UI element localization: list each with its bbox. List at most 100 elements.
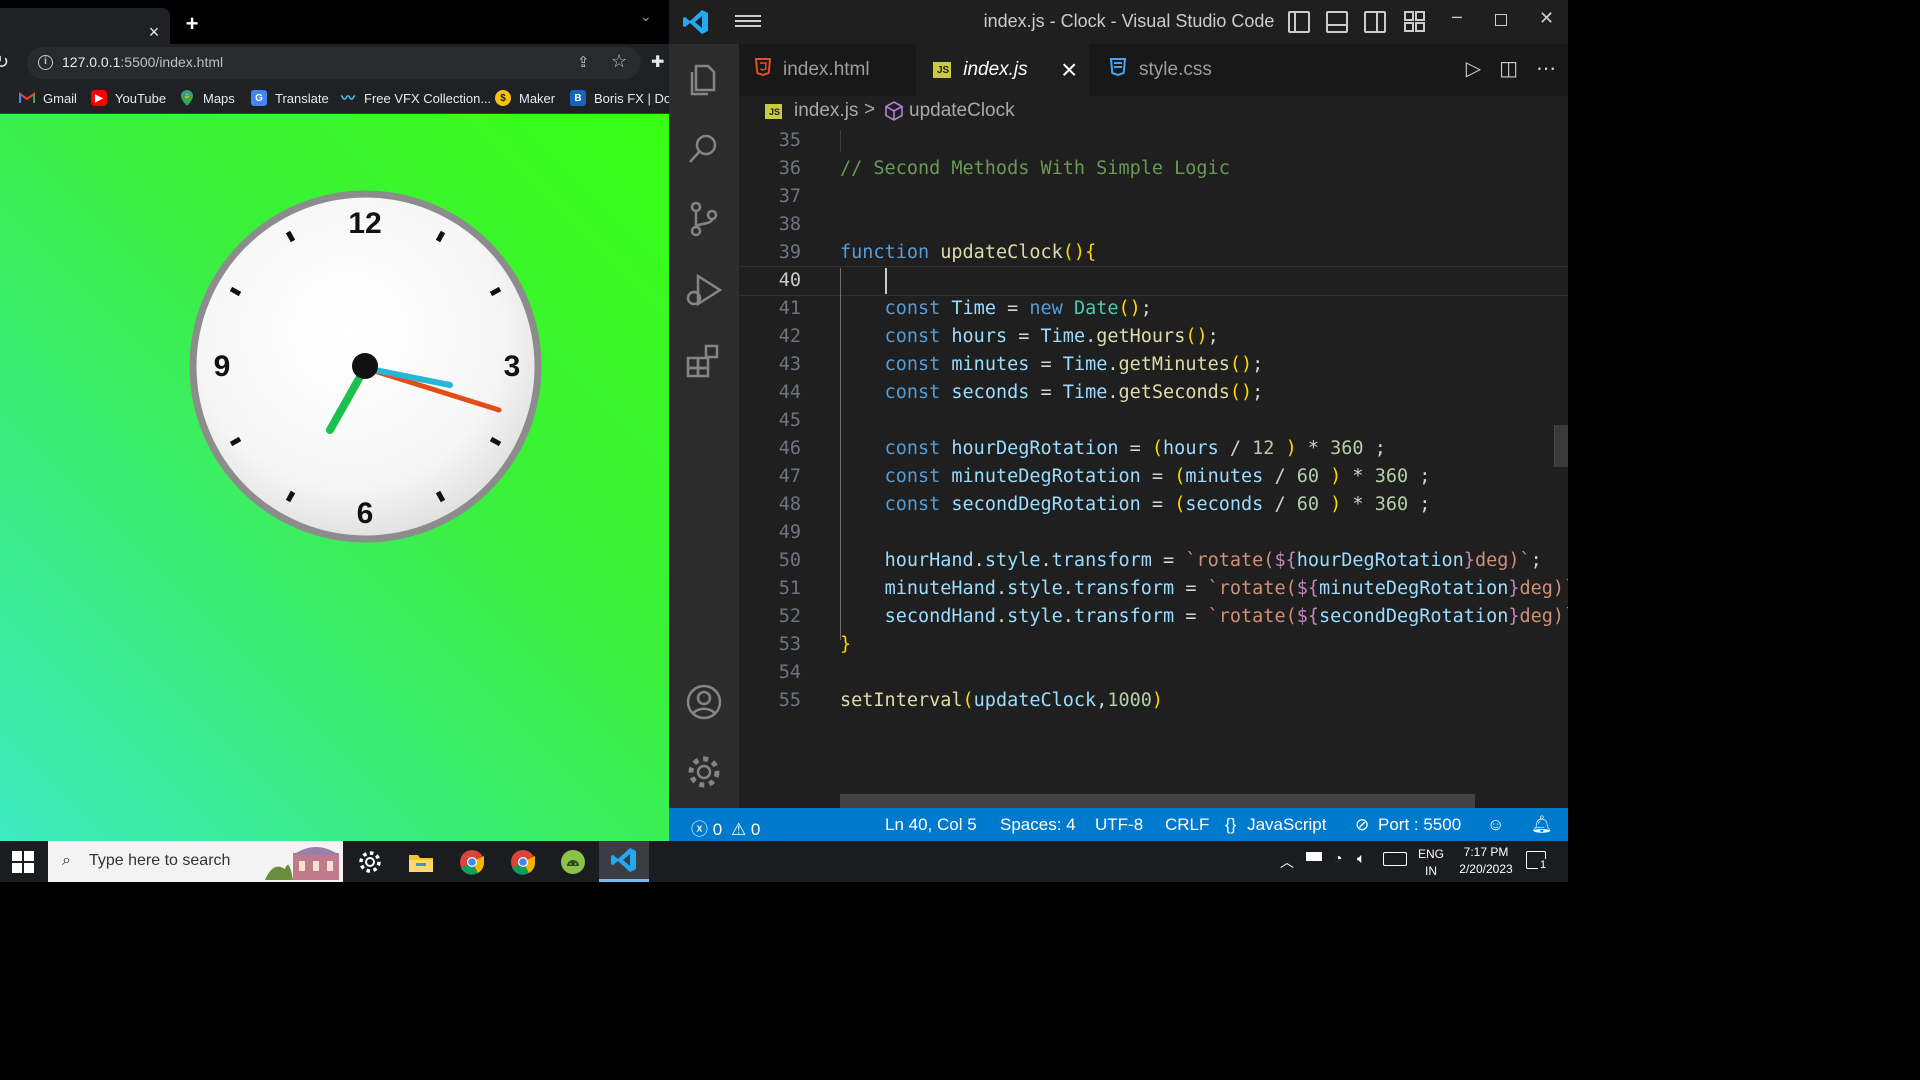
- code-line[interactable]: 54: [739, 659, 1568, 687]
- bookmark-translate[interactable]: G Translate: [251, 88, 329, 108]
- tab-close-button[interactable]: ×: [1061, 54, 1077, 86]
- breadcrumb: JS index.js > updateClock: [739, 96, 1568, 130]
- customize-layout-icon[interactable]: [1404, 11, 1426, 33]
- code-line[interactable]: 49: [739, 519, 1568, 547]
- minimize-button[interactable]: ─: [1452, 8, 1462, 27]
- tab-close-button[interactable]: ×: [144, 22, 164, 42]
- taskbar-search[interactable]: ⌕ Type here to search: [48, 841, 343, 882]
- vscode-icon[interactable]: [599, 841, 649, 882]
- code-line[interactable]: 43 const minutes = Time.getMinutes();: [739, 351, 1568, 379]
- feedback-icon[interactable]: ☺: [1487, 815, 1504, 835]
- clock-date[interactable]: 7:17 PM 2/20/2023: [1450, 844, 1522, 878]
- close-window-button[interactable]: ✕: [1539, 8, 1554, 29]
- chrome-icon[interactable]: [447, 841, 497, 882]
- line-number: 48: [778, 494, 801, 515]
- webpage-viewport: 12 3 6 9: [0, 114, 669, 841]
- code-line[interactable]: 47 const minuteDegRotation = (minutes / …: [739, 463, 1568, 491]
- bookmark-vfx[interactable]: 〰 Free VFX Collection...: [340, 88, 491, 108]
- bookmark-gmail[interactable]: Gmail: [19, 88, 77, 108]
- file-explorer-icon[interactable]: [396, 841, 446, 882]
- keyboard-icon[interactable]: [1383, 852, 1407, 866]
- settings-app-icon[interactable]: [345, 841, 395, 882]
- browser-tab[interactable]: ×: [0, 8, 170, 44]
- clock-center-pin: [352, 353, 378, 379]
- breadcrumb-file[interactable]: index.js: [794, 100, 858, 122]
- reload-icon[interactable]: ↻: [0, 52, 14, 72]
- show-hidden-icons-chevron-icon[interactable]: ︿: [1280, 852, 1294, 872]
- code-line[interactable]: 52 secondHand.style.transform = `rotate(…: [739, 603, 1568, 631]
- notifications-bell-icon[interactable]: 🔔︎: [1531, 815, 1553, 835]
- extensions-icon[interactable]: ✚: [651, 52, 669, 71]
- live-server-port[interactable]: ⊘ Port : 5500: [1355, 815, 1461, 835]
- bookmark-star-icon[interactable]: ☆: [611, 51, 631, 71]
- tab-search-chevron-icon[interactable]: ⌄: [640, 8, 660, 28]
- code-line[interactable]: 41 const Time = new Date();: [739, 295, 1568, 323]
- toggle-primary-sidebar-icon[interactable]: [1288, 11, 1310, 33]
- problems-indicator[interactable]: ⓧ 0 ⚠ 0: [691, 815, 760, 840]
- gmail-icon: [19, 90, 35, 106]
- code-line[interactable]: 46 const hourDegRotation = (hours / 12 )…: [739, 435, 1568, 463]
- battery-icon[interactable]: [1306, 852, 1322, 861]
- search-icon[interactable]: [684, 128, 724, 168]
- activity-bar: [669, 44, 739, 808]
- accounts-icon[interactable]: [684, 682, 724, 722]
- source-control-icon[interactable]: [684, 198, 724, 238]
- extensions-icon[interactable]: [684, 340, 724, 380]
- code-line[interactable]: 50 hourHand.style.transform = `rotate(${…: [739, 547, 1568, 575]
- code-line[interactable]: 40: [739, 266, 1568, 296]
- bookmark-borisfx[interactable]: B Boris FX | Dow: [570, 88, 669, 108]
- input-language[interactable]: ENG IN: [1416, 846, 1446, 880]
- code-line[interactable]: 53}: [739, 631, 1568, 659]
- code-line[interactable]: 38: [739, 211, 1568, 239]
- windows-start-icon[interactable]: [12, 851, 34, 873]
- indentation[interactable]: Spaces: 4: [1000, 815, 1076, 835]
- code-line[interactable]: 37: [739, 183, 1568, 211]
- horizontal-scrollbar[interactable]: [840, 794, 1475, 808]
- more-actions-icon[interactable]: ⋯: [1536, 56, 1556, 80]
- split-editor-icon[interactable]: ◫: [1499, 56, 1518, 80]
- bookmark-maker[interactable]: $ Maker: [495, 88, 555, 108]
- toggle-secondary-sidebar-icon[interactable]: [1364, 11, 1386, 33]
- address-bar[interactable]: i 127.0.0.1:5500/index.html ⇪ ☆: [27, 47, 641, 79]
- maximize-button[interactable]: [1495, 14, 1507, 26]
- site-info-icon[interactable]: i: [38, 55, 53, 70]
- settings-gear-icon[interactable]: [684, 752, 724, 792]
- code-editor[interactable]: 35 36// Second Methods With Simple Logic 3…: [739, 130, 1568, 808]
- code-line[interactable]: 48 const secondDegRotation = (seconds / …: [739, 491, 1568, 519]
- code-text: const secondDegRotation = (seconds / 60 …: [884, 494, 1431, 515]
- encoding[interactable]: UTF-8: [1095, 815, 1143, 835]
- tab-index-js[interactable]: JS index.js ×: [916, 44, 1089, 96]
- url-text[interactable]: 127.0.0.1:5500/index.html: [62, 54, 223, 70]
- toggle-panel-icon[interactable]: [1326, 11, 1348, 33]
- breadcrumb-symbol[interactable]: updateClock: [909, 100, 1015, 122]
- code-line[interactable]: 51 minuteHand.style.transform = `rotate(…: [739, 575, 1568, 603]
- code-line[interactable]: 44 const seconds = Time.getSeconds();: [739, 379, 1568, 407]
- code-line[interactable]: 55 setInterval(updateClock,1000): [739, 687, 1568, 715]
- vertical-scrollbar[interactable]: [1554, 425, 1568, 467]
- maker-icon: $: [495, 90, 511, 106]
- bookmark-youtube[interactable]: ▶ YouTube: [91, 88, 166, 108]
- share-icon[interactable]: ⇪: [577, 53, 597, 73]
- run-icon[interactable]: ▷: [1466, 56, 1481, 80]
- code-line[interactable]: 45: [739, 407, 1568, 435]
- language-mode[interactable]: {} JavaScript: [1225, 815, 1326, 835]
- menu-hamburger-icon[interactable]: [735, 12, 761, 32]
- tab-index-html[interactable]: index.html: [739, 44, 914, 96]
- cursor-position[interactable]: Ln 40, Col 5: [885, 815, 977, 835]
- bookmark-maps[interactable]: Maps: [179, 88, 235, 108]
- android-studio-icon[interactable]: [548, 841, 598, 882]
- volume-icon[interactable]: 🔈︎: [1357, 850, 1365, 867]
- chrome-icon[interactable]: [498, 841, 548, 882]
- code-line[interactable]: 35: [739, 130, 1568, 155]
- line-number: 55: [778, 690, 801, 711]
- tab-style-css[interactable]: style.css: [1091, 44, 1266, 96]
- network-icon[interactable]: ◔: [1334, 850, 1342, 866]
- run-debug-icon[interactable]: [684, 270, 724, 310]
- end-of-line[interactable]: CRLF: [1165, 815, 1209, 835]
- new-tab-button[interactable]: +: [180, 12, 204, 36]
- explorer-icon[interactable]: [684, 58, 724, 98]
- code-line[interactable]: 42 const hours = Time.getHours();: [739, 323, 1568, 351]
- bookmark-label: Free VFX Collection...: [364, 90, 492, 106]
- code-line[interactable]: 39 function updateClock(){: [739, 239, 1568, 267]
- code-line[interactable]: 36 // Second Methods With Simple Logic: [739, 155, 1568, 183]
